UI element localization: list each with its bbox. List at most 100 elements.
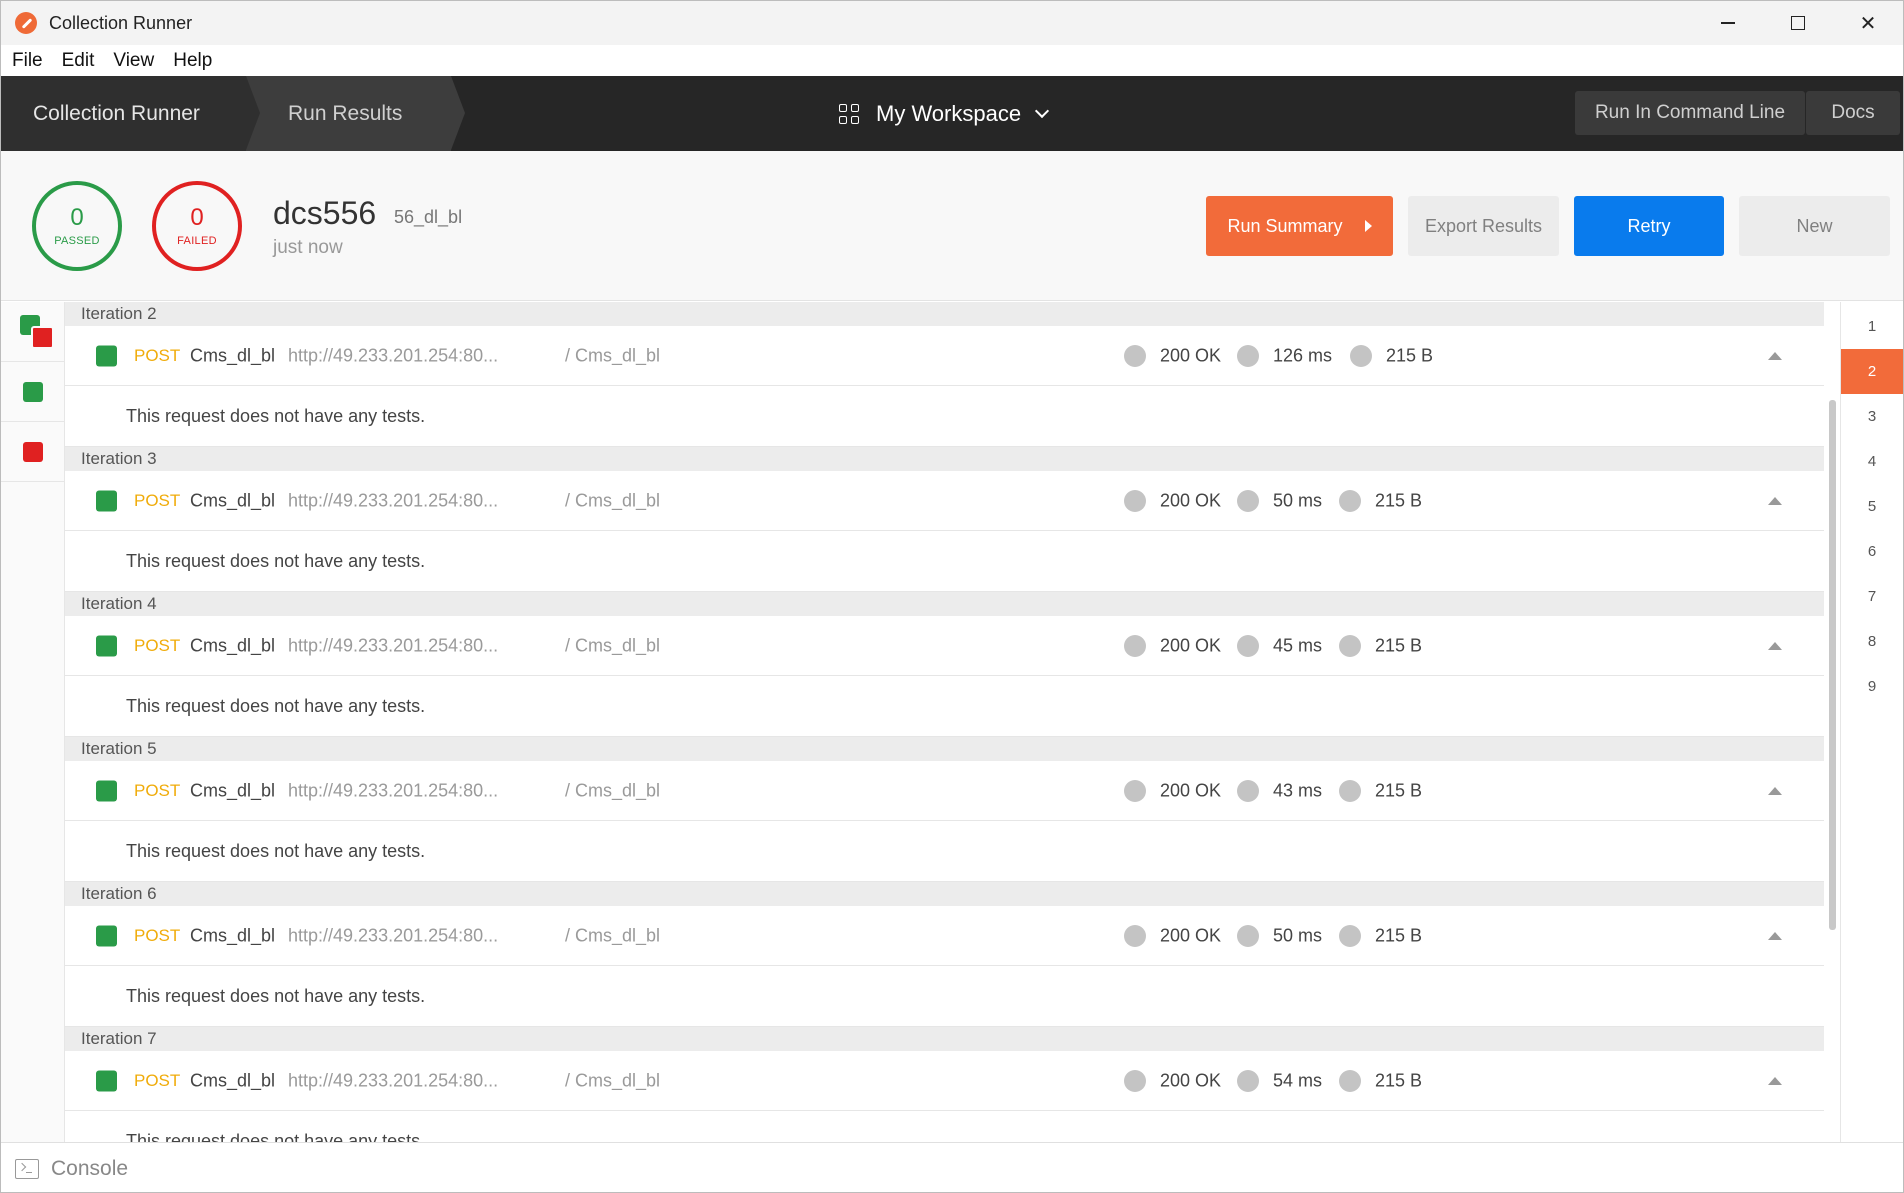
title-bar: Collection Runner ✕ xyxy=(1,1,1903,45)
response-size: 215 B xyxy=(1375,925,1423,945)
minimize-button[interactable] xyxy=(1693,1,1763,45)
app-window: Collection Runner ✕ File Edit View Help … xyxy=(0,0,1904,1193)
close-button[interactable]: ✕ xyxy=(1833,1,1903,45)
maximize-icon xyxy=(1791,16,1805,30)
iteration-nav-item[interactable]: 6 xyxy=(1841,529,1903,574)
size-dot-icon xyxy=(1339,1069,1361,1092)
iteration-block: Iteration 5 POST Cms_dl_bl http://49.233.20… xyxy=(65,737,1824,882)
request-row[interactable]: POST Cms_dl_bl http://49.233.201.254:80...… xyxy=(65,616,1824,676)
menu-edit[interactable]: Edit xyxy=(62,50,95,72)
console-bar[interactable]: Console xyxy=(1,1142,1903,1192)
pass-status-icon xyxy=(96,780,117,801)
collapse-icon[interactable] xyxy=(1768,931,1782,940)
request-row[interactable]: POST Cms_dl_bl http://49.233.201.254:80...… xyxy=(65,471,1824,531)
results-scrollbar[interactable] xyxy=(1824,302,1840,1142)
request-url: http://49.233.201.254:80... xyxy=(288,1070,499,1090)
run-in-command-line-button[interactable]: Run In Command Line xyxy=(1575,91,1805,135)
response-time: 43 ms xyxy=(1273,780,1323,800)
time-dot-icon xyxy=(1237,344,1259,367)
filter-failed[interactable] xyxy=(1,422,64,482)
response-time: 50 ms xyxy=(1273,490,1323,510)
failed-label: FAILED xyxy=(177,235,217,247)
request-method: POST xyxy=(134,925,181,945)
request-method: POST xyxy=(134,490,181,510)
breadcrumb-collection-runner[interactable]: Collection Runner xyxy=(1,76,246,151)
request-row[interactable]: POST Cms_dl_bl http://49.233.201.254:80...… xyxy=(65,906,1824,966)
grid-icon xyxy=(839,103,859,124)
console-label: Console xyxy=(51,1156,129,1180)
status-dot-icon xyxy=(1124,634,1146,657)
run-summary-label: Run Summary xyxy=(1227,215,1343,236)
iteration-nav-item[interactable]: 5 xyxy=(1841,484,1903,529)
menu-file[interactable]: File xyxy=(12,50,43,72)
response-time: 45 ms xyxy=(1273,635,1323,655)
request-name: Cms_dl_bl xyxy=(190,925,276,945)
menu-view[interactable]: View xyxy=(113,50,154,72)
docs-button[interactable]: Docs xyxy=(1806,91,1900,135)
retry-button[interactable]: Retry xyxy=(1574,196,1724,256)
no-tests-message: This request does not have any tests. xyxy=(65,1111,1824,1142)
collapse-icon[interactable] xyxy=(1768,1076,1782,1085)
request-row[interactable]: POST Cms_dl_bl http://49.233.201.254:80...… xyxy=(65,1051,1824,1111)
status-dot-icon xyxy=(1124,924,1146,947)
request-path: / Cms_dl_bl xyxy=(565,780,661,800)
passed-counter: 0 PASSED xyxy=(32,181,122,271)
chevron-down-icon xyxy=(1035,103,1050,118)
collapse-icon[interactable] xyxy=(1768,496,1782,505)
filter-all[interactable] xyxy=(1,302,64,362)
size-dot-icon xyxy=(1339,779,1361,802)
run-timestamp: just now xyxy=(273,237,343,258)
request-row[interactable]: POST Cms_dl_bl http://49.233.201.254:80...… xyxy=(65,761,1824,821)
time-dot-icon xyxy=(1237,489,1259,512)
new-button[interactable]: New xyxy=(1739,196,1890,256)
request-name: Cms_dl_bl xyxy=(190,1070,276,1090)
iteration-nav-item[interactable]: 8 xyxy=(1841,619,1903,664)
size-dot-icon xyxy=(1339,634,1361,657)
iteration-header: Iteration 2 xyxy=(65,302,1824,326)
export-results-button[interactable]: Export Results xyxy=(1408,196,1559,256)
iteration-nav-item[interactable]: 1 xyxy=(1841,304,1903,349)
status-dot-icon xyxy=(1124,779,1146,802)
iteration-nav-item[interactable]: 4 xyxy=(1841,439,1903,484)
menu-help[interactable]: Help xyxy=(173,50,212,72)
console-icon xyxy=(15,1158,39,1179)
iteration-nav-item[interactable]: 3 xyxy=(1841,394,1903,439)
workspace-selector[interactable]: My Workspace xyxy=(839,76,1050,151)
breadcrumb-separator xyxy=(451,76,465,150)
iteration-block: Iteration 2 POST Cms_dl_bl http://49.233.20… xyxy=(65,302,1824,447)
filter-passed[interactable] xyxy=(1,362,64,422)
iteration-nav-item[interactable]: 2 xyxy=(1841,349,1903,394)
scrollbar-thumb[interactable] xyxy=(1829,400,1836,930)
request-name: Cms_dl_bl xyxy=(190,635,276,655)
no-tests-message: This request does not have any tests. xyxy=(65,531,1824,592)
collapse-icon[interactable] xyxy=(1768,351,1782,360)
response-status: 200 OK xyxy=(1160,925,1222,945)
breadcrumb-run-results[interactable]: Run Results xyxy=(246,76,451,151)
request-name: Cms_dl_bl xyxy=(190,780,276,800)
failed-square-icon xyxy=(23,442,43,462)
maximize-button[interactable] xyxy=(1763,1,1833,45)
minimize-icon xyxy=(1721,22,1735,24)
run-summary-button[interactable]: Run Summary xyxy=(1206,196,1393,256)
iteration-block: Iteration 3 POST Cms_dl_bl http://49.233.20… xyxy=(65,447,1824,592)
pass-status-icon xyxy=(96,635,117,656)
request-row[interactable]: POST Cms_dl_bl http://49.233.201.254:80...… xyxy=(65,326,1824,386)
iteration-nav-item[interactable]: 9 xyxy=(1841,664,1903,709)
response-size: 215 B xyxy=(1375,780,1423,800)
request-url: http://49.233.201.254:80... xyxy=(288,490,499,510)
iteration-block: Iteration 6 POST Cms_dl_bl http://49.233.20… xyxy=(65,882,1824,1027)
request-path: / Cms_dl_bl xyxy=(565,635,661,655)
iteration-nav-item[interactable]: 7 xyxy=(1841,574,1903,619)
no-tests-message: This request does not have any tests. xyxy=(65,386,1824,447)
iteration-header: Iteration 7 xyxy=(65,1027,1824,1051)
no-tests-message: This request does not have any tests. xyxy=(65,676,1824,737)
response-status: 200 OK xyxy=(1160,635,1222,655)
collapse-icon[interactable] xyxy=(1768,641,1782,650)
iteration-block: Iteration 4 POST Cms_dl_bl http://49.233.20… xyxy=(65,592,1824,737)
status-dot-icon xyxy=(1124,489,1146,512)
pass-status-icon xyxy=(96,1070,117,1091)
status-dot-icon xyxy=(1124,1069,1146,1092)
result-filter-column xyxy=(1,302,65,1142)
collapse-icon[interactable] xyxy=(1768,786,1782,795)
workspace-label: My Workspace xyxy=(876,100,1022,126)
